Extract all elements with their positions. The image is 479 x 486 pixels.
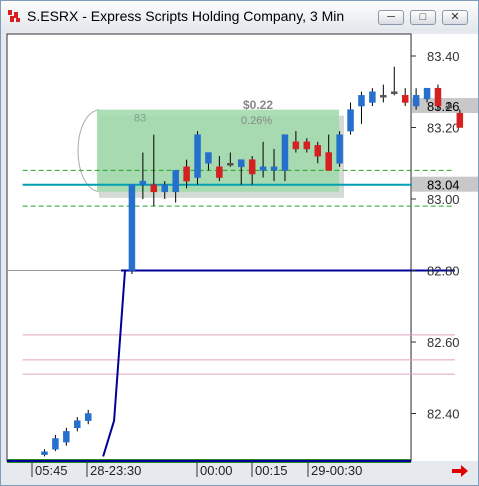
candle-body — [74, 420, 81, 429]
candle-body — [401, 95, 409, 103]
candle-body — [52, 438, 59, 450]
x-tick-label: 05:45 — [35, 463, 68, 478]
candle-body — [205, 152, 212, 164]
y-tick-label: 82.60 — [427, 335, 460, 350]
candle-body — [216, 166, 223, 178]
candle-body — [270, 166, 278, 171]
dollar-change-label: $0.22 — [243, 98, 273, 112]
candle-body — [303, 141, 311, 150]
y-tick-label: 83.00 — [427, 192, 460, 207]
candle-body — [423, 87, 431, 100]
candle-body — [391, 91, 398, 94]
percent-change-label: 0.26% — [241, 115, 272, 127]
candle-body — [369, 91, 376, 103]
y-tick-label: 83.40 — [427, 49, 460, 64]
scroll-right-arrow-icon[interactable] — [450, 461, 470, 481]
chart-window: S.ESRX - Express Scripts Holding Company… — [0, 0, 479, 486]
candle-body — [161, 184, 168, 193]
candle-body — [259, 166, 267, 171]
x-tick-label: 29-00:30 — [311, 463, 362, 478]
y-tick-label: 82.80 — [427, 264, 460, 279]
price-chart[interactable]: 83.40 83.20 83.00 82.80 82.60 82.40 83.26 83.04… — [1, 1, 478, 485]
x-tick-label: 00:15 — [255, 463, 288, 478]
price-marker-label: 83.04 — [427, 178, 460, 193]
x-tick-label: 28-23:30 — [90, 463, 141, 478]
candle-body — [292, 141, 300, 150]
plot-area[interactable] — [6, 33, 412, 462]
y-tick-label: 83.20 — [427, 121, 460, 136]
candle-body — [248, 159, 256, 175]
candle-body — [314, 145, 321, 157]
candle-body — [445, 105, 453, 109]
candle-body — [227, 163, 234, 166]
candle-body — [358, 95, 365, 107]
zone-label: 83 — [134, 113, 146, 125]
candle-body — [281, 134, 289, 171]
candle-body — [172, 170, 179, 193]
candle-body — [336, 134, 343, 164]
candle-body — [347, 109, 354, 132]
candle-body — [41, 451, 48, 455]
candle-body — [84, 413, 92, 421]
candle-body — [237, 159, 245, 168]
y-tick-label: 82.40 — [427, 407, 460, 422]
candle-body — [456, 112, 464, 128]
candle-body — [380, 95, 387, 98]
candle-body — [412, 95, 420, 107]
candle-body — [434, 87, 442, 107]
candle-body — [325, 152, 332, 171]
price-marker-label: 83.26 — [427, 99, 460, 114]
candle-body — [150, 184, 158, 193]
candle-body — [63, 431, 70, 443]
candle-body — [139, 180, 147, 185]
candle-body — [183, 166, 190, 182]
x-tick-label: 00:00 — [200, 463, 233, 478]
candle-body — [128, 184, 136, 271]
candle-body — [194, 134, 201, 178]
